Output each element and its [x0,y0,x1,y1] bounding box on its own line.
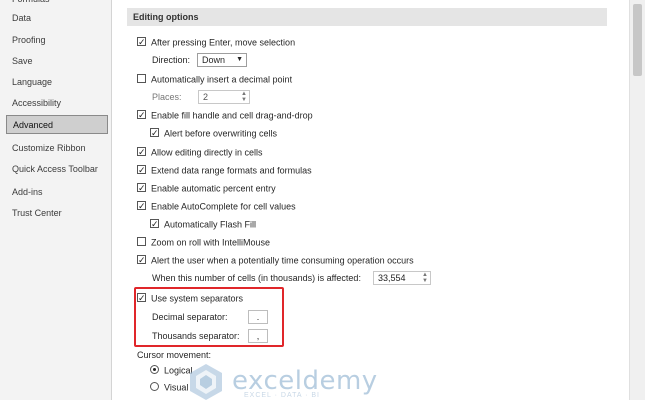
spinner-arrows-icon[interactable]: ▲ ▼ [422,272,428,284]
alert-time-checkbox[interactable]: ✓ [137,255,146,265]
alert-overwrite-label: Alert before overwriting cells [164,128,278,139]
move-after-enter-label: After pressing Enter, move selection [151,37,296,48]
cells-affected-label: When this number of cells (in thousands)… [152,273,361,283]
cells-affected-spinner[interactable]: 33,554 ▲ ▼ [373,271,431,285]
alert-overwrite-checkbox[interactable]: ✓ [150,128,159,138]
system-separators-label: Use system separators [151,293,244,304]
sidebar-item-quick-access-toolbar[interactable]: Quick Access Toolbar [6,160,108,179]
auto-decimal-checkbox[interactable] [137,74,146,84]
alert-time-label: Alert the user when a potentially time c… [151,255,414,266]
visual-option[interactable]: Visual [150,379,188,395]
visual-label: Visual [164,382,189,393]
edit-in-cells-option[interactable]: ✓ Allow editing directly in cells [137,144,263,160]
options-panel: Editing options ✓ After pressing Enter, m… [112,0,650,400]
auto-decimal-option[interactable]: Automatically insert a decimal point [137,71,292,87]
alert-time-option[interactable]: ✓ Alert the user when a potentially time … [137,252,414,268]
sidebar-item-proofing[interactable]: Proofing [6,31,108,50]
auto-percent-checkbox[interactable]: ✓ [137,183,146,193]
sidebar-item-customize-ribbon[interactable]: Customize Ribbon [6,139,108,158]
thousands-separator-label: Thousands separator: [152,331,240,341]
places-label: Places: [152,92,182,102]
places-value: 2 [203,92,209,102]
move-after-enter-checkbox[interactable]: ✓ [137,37,146,47]
cursor-movement-label: Cursor movement: [137,350,212,360]
flash-fill-checkbox[interactable]: ✓ [150,219,159,229]
zoom-roll-checkbox[interactable] [137,237,146,247]
auto-percent-option[interactable]: ✓ Enable automatic percent entry [137,180,276,196]
extend-range-option[interactable]: ✓ Extend data range formats and formulas [137,162,312,178]
watermark-tagline: EXCEL · DATA · BI [244,392,320,399]
sidebar-item-add-ins[interactable]: Add-ins [6,183,108,202]
fill-handle-label: Enable fill handle and cell drag-and-dro… [151,110,313,121]
direction-value: Down [202,55,226,65]
cells-affected-value: 33,554 [378,273,406,283]
autocomplete-label: Enable AutoComplete for cell values [151,201,296,212]
sidebar-item-data[interactable]: Data [6,9,108,28]
section-header-editing-options: Editing options [127,8,607,26]
exceldemy-logo-icon [190,364,222,400]
alert-overwrite-option[interactable]: ✓ Alert before overwriting cells [150,125,277,141]
system-separators-option[interactable]: ✓ Use system separators [137,290,243,306]
sidebar-item-language[interactable]: Language [6,73,108,92]
direction-label: Direction: [152,55,191,65]
autocomplete-option[interactable]: ✓ Enable AutoComplete for cell values [137,198,296,214]
logical-radio[interactable] [150,365,159,375]
sidebar-item-trust-center[interactable]: Trust Center [6,204,108,223]
sidebar-item-advanced[interactable]: Advanced [6,115,108,134]
edit-in-cells-checkbox[interactable]: ✓ [137,147,146,157]
extend-range-label: Extend data range formats and formulas [151,165,312,176]
sidebar-item-formulas[interactable]: Formulas [6,0,108,9]
fill-handle-checkbox[interactable]: ✓ [137,110,146,120]
exceldemy-watermark: exceldemy EXCEL · DATA · BI [186,362,456,400]
move-after-enter-option[interactable]: ✓ After pressing Enter, move selection [137,34,295,50]
auto-decimal-label: Automatically insert a decimal point [151,74,293,85]
auto-percent-label: Enable automatic percent entry [151,183,276,194]
thousands-separator-input[interactable]: , [248,329,268,343]
decimal-separator-input[interactable]: . [248,310,268,324]
scrollbar-thumb[interactable] [633,4,642,76]
places-spinner[interactable]: 2 ▲ ▼ [198,90,250,104]
zoom-roll-option[interactable]: Zoom on roll with IntelliMouse [137,234,270,250]
sidebar-item-save[interactable]: Save [6,52,108,71]
zoom-roll-label: Zoom on roll with IntelliMouse [151,237,271,248]
flash-fill-label: Automatically Flash Fill [164,219,257,230]
options-sidebar: Formulas Data Proofing Save Language Acc… [0,0,112,400]
chevron-down-icon: ▼ [236,56,243,63]
vertical-scrollbar[interactable] [629,0,645,400]
edit-in-cells-label: Allow editing directly in cells [151,147,263,158]
sidebar-item-accessibility[interactable]: Accessibility [6,94,108,113]
spinner-arrows-icon[interactable]: ▲ ▼ [241,91,247,103]
extend-range-checkbox[interactable]: ✓ [137,165,146,175]
fill-handle-option[interactable]: ✓ Enable fill handle and cell drag-and-dr… [137,107,313,123]
system-separators-checkbox[interactable]: ✓ [137,293,146,303]
autocomplete-checkbox[interactable]: ✓ [137,201,146,211]
visual-radio[interactable] [150,382,159,392]
decimal-separator-label: Decimal separator: [152,312,228,322]
direction-dropdown[interactable]: Down ▼ [197,53,247,67]
flash-fill-option[interactable]: ✓ Automatically Flash Fill [150,216,256,232]
